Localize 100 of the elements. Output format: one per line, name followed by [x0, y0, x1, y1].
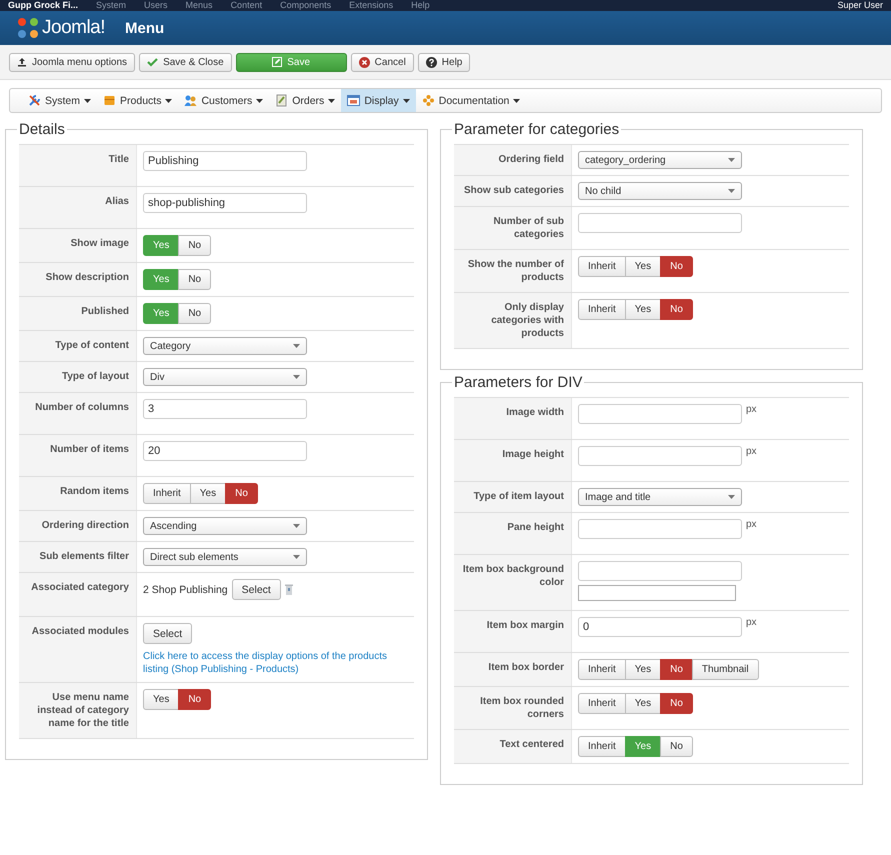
caret-icon: [728, 495, 735, 499]
panel-legend: Parameters for DIV: [452, 374, 584, 391]
field-label: Type of item layout: [474, 491, 564, 502]
toggle-option[interactable]: No: [178, 269, 212, 290]
caret-icon: [293, 375, 300, 379]
people-icon: [184, 94, 198, 107]
top-menu-item[interactable]: System: [96, 0, 126, 11]
toggle-option[interactable]: Thumbnail: [692, 659, 759, 680]
toggle-option[interactable]: Inherit: [578, 693, 626, 714]
select-button[interactable]: Select: [232, 579, 281, 600]
logo-icon: [16, 16, 40, 40]
box-icon: [103, 94, 116, 107]
toggle-option[interactable]: No: [660, 256, 693, 277]
text-field[interactable]: 0: [578, 617, 742, 637]
toggle-option[interactable]: Yes: [143, 689, 180, 710]
trash-icon[interactable]: [284, 584, 293, 595]
field-label: Only display categories with products: [491, 302, 564, 339]
upload-icon: [17, 57, 27, 67]
text-field[interactable]: [578, 404, 742, 424]
dropdown[interactable]: category_ordering: [578, 151, 742, 169]
field-label: Number of items: [50, 444, 129, 455]
field-label: Item box margin: [486, 620, 564, 631]
text-field[interactable]: [578, 446, 742, 466]
toolbar-button[interactable]: Cancel: [350, 52, 414, 72]
top-menu-item[interactable]: Users: [144, 0, 168, 11]
color-field[interactable]: [578, 585, 736, 601]
toolbar-button[interactable]: Save & Close: [139, 52, 232, 72]
select-button[interactable]: Select: [143, 623, 192, 644]
submenu-item[interactable]: Customers: [178, 89, 270, 112]
toggle-option[interactable]: Inherit: [578, 736, 626, 757]
flower-icon: [422, 94, 435, 107]
text-field[interactable]: [578, 561, 742, 581]
wrench-icon: [28, 94, 41, 107]
toggle-option[interactable]: No: [178, 235, 212, 256]
toggle-option[interactable]: No: [178, 303, 212, 324]
toggle-option[interactable]: No: [660, 736, 693, 757]
toggle-option[interactable]: Yes: [624, 659, 662, 680]
toggle-option[interactable]: No: [178, 689, 212, 710]
field-label: Image width: [506, 407, 564, 418]
unit-label: px: [746, 519, 757, 530]
top-menu-item[interactable]: Components: [280, 0, 332, 11]
window-icon: [347, 94, 360, 107]
toggle-option[interactable]: No: [660, 693, 693, 714]
help-icon: [426, 56, 437, 68]
text-field[interactable]: Publishing: [143, 151, 307, 171]
submenu-item[interactable]: Display: [341, 89, 416, 112]
toggle-option[interactable]: No: [660, 659, 693, 680]
user-menu[interactable]: Super User: [837, 0, 883, 11]
field-label: Associated modules: [32, 626, 129, 637]
field-label: Type of layout: [62, 371, 129, 382]
dropdown[interactable]: Ascending: [143, 517, 307, 535]
top-menu-item[interactable]: Menus: [186, 0, 213, 11]
text-field[interactable]: [578, 213, 742, 233]
toggle-option[interactable]: No: [225, 483, 258, 504]
text-field[interactable]: 20: [143, 441, 307, 461]
field-label: Item box rounded corners: [480, 696, 564, 720]
logo-text: Joomla!: [42, 17, 106, 39]
toggle-option[interactable]: Yes: [190, 483, 226, 504]
top-menu-item[interactable]: Extensions: [349, 0, 394, 11]
toggle-option[interactable]: No: [660, 299, 693, 320]
toggle-option[interactable]: Inherit: [578, 256, 626, 277]
toggle-option[interactable]: Inherit: [578, 299, 626, 320]
display-options-link[interactable]: Click here to access the display options of the products listing (Shop Publishing - Products): [143, 650, 408, 676]
caret-icon: [728, 189, 735, 193]
cancel-icon: [358, 56, 370, 68]
field-label: Item box border: [488, 662, 564, 673]
panel-legend: Parameter for categories: [452, 121, 622, 138]
submenu-item[interactable]: System: [22, 89, 98, 112]
dropdown[interactable]: Direct sub elements: [143, 548, 307, 566]
toolbar-button[interactable]: Joomla menu options: [9, 52, 136, 72]
submenu-item[interactable]: Orders: [269, 89, 342, 112]
dropdown[interactable]: Image and title: [578, 488, 742, 506]
dropdown[interactable]: Div: [143, 368, 307, 386]
toggle-option[interactable]: Yes: [624, 299, 662, 320]
text-field[interactable]: 3: [143, 399, 307, 419]
text-field[interactable]: [578, 519, 742, 539]
dropdown[interactable]: Category: [143, 337, 307, 355]
top-menu-item[interactable]: Help: [411, 0, 430, 11]
top-menu-item[interactable]: Content: [230, 0, 262, 11]
field-label: Show image: [70, 238, 129, 249]
field-label: Item box background color: [462, 564, 564, 588]
dropdown[interactable]: No child: [578, 182, 742, 200]
toggle-option[interactable]: Inherit: [578, 659, 626, 680]
field-label: Image height: [502, 449, 564, 460]
toggle-option[interactable]: Inherit: [143, 483, 191, 504]
toggle-option[interactable]: Yes: [624, 693, 662, 714]
toggle-option[interactable]: Yes: [624, 256, 662, 277]
site-link[interactable]: Gupp Grock Fi...: [8, 0, 78, 11]
text-field[interactable]: shop-publishing: [143, 193, 307, 213]
field-label: Type of content: [55, 340, 129, 351]
caret-icon: [165, 98, 172, 102]
caret-icon: [84, 98, 92, 102]
field-label: Pane height: [507, 522, 564, 533]
field-label: Alias: [105, 196, 129, 207]
caret-icon: [728, 158, 735, 162]
toolbar-button[interactable]: Help: [418, 52, 470, 72]
submenu-item[interactable]: Documentation: [416, 89, 526, 112]
submenu-item[interactable]: Products: [97, 89, 178, 112]
caret-icon: [328, 98, 336, 102]
field-label: Sub elements filter: [40, 551, 129, 562]
